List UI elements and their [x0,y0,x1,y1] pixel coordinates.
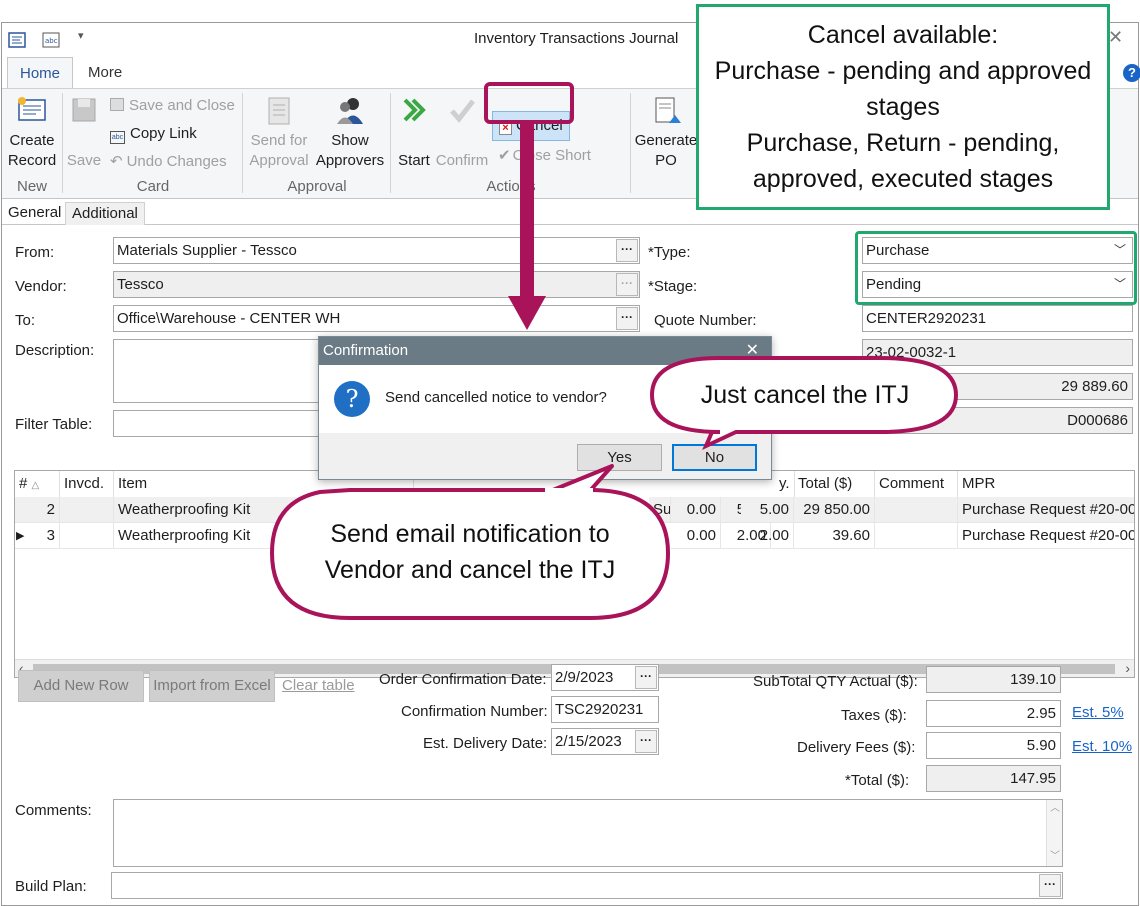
tail-mask [545,488,593,495]
arrow-head [508,296,546,330]
send-email-text: Send email notification to Vendor and ca… [280,516,660,588]
send-email-line: Send email notification to [330,520,610,548]
just-cancel-text: Just cancel the ITJ [700,381,910,409]
arrow-shaft [520,124,534,300]
annotation-arrows [269,124,959,620]
send-email-line: Vendor and cancel the ITJ [324,556,616,584]
